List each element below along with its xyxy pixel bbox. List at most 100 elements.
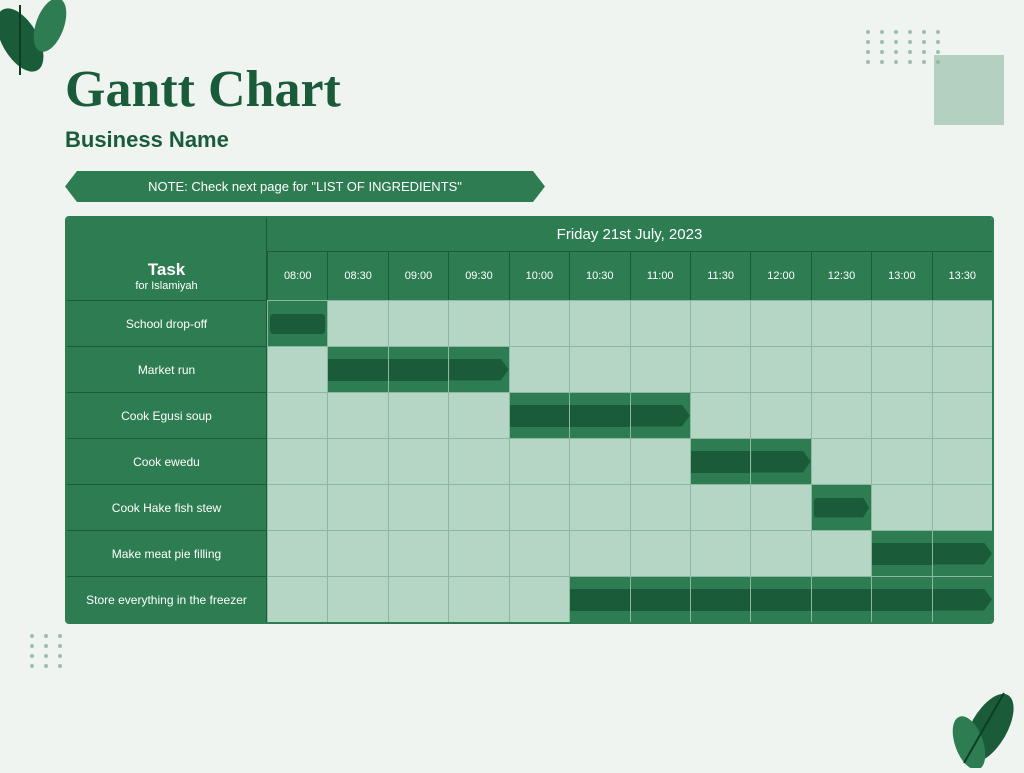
time-header: 11:30: [690, 252, 750, 300]
gantt-cell: [630, 576, 690, 622]
gantt-cell: [448, 300, 508, 346]
gantt-cell: [871, 576, 931, 622]
gantt-cell: [569, 438, 629, 484]
gantt-cell: [811, 300, 871, 346]
gantt-cell: [267, 346, 327, 392]
time-header: 13:00: [871, 252, 931, 300]
task-label: Cook Egusi soup: [67, 392, 267, 438]
gantt-cell: [871, 346, 931, 392]
gantt-cell: [932, 530, 992, 576]
gantt-cell: [509, 438, 569, 484]
gantt-cell: [630, 346, 690, 392]
task-label: Cook ewedu: [67, 438, 267, 484]
gantt-cell: [750, 530, 810, 576]
gantt-cell: [811, 576, 871, 622]
gantt-cell: [630, 300, 690, 346]
gantt-cell: [690, 392, 750, 438]
gantt-cell: [388, 530, 448, 576]
gantt-cell: [750, 484, 810, 530]
gantt-cell: [448, 484, 508, 530]
gantt-cell: [932, 484, 992, 530]
gantt-cell: [932, 346, 992, 392]
time-header: 08:30: [327, 252, 387, 300]
gantt-cell: [267, 484, 327, 530]
gantt-cell: [448, 576, 508, 622]
task-header-sub: for Islamiyah: [135, 280, 197, 292]
time-header: 11:00: [630, 252, 690, 300]
gantt-cell: [327, 438, 387, 484]
gantt-cell: [267, 300, 327, 346]
gantt-cell: [569, 392, 629, 438]
gantt-cell: [448, 392, 508, 438]
gantt-cell: [388, 392, 448, 438]
gantt-cell: [327, 530, 387, 576]
task-label: Cook Hake fish stew: [67, 484, 267, 530]
gantt-cell: [388, 300, 448, 346]
gantt-cell: [509, 484, 569, 530]
gantt-cell: [448, 346, 508, 392]
gantt-cell: [871, 392, 931, 438]
gantt-cell: [448, 438, 508, 484]
time-header: 12:30: [811, 252, 871, 300]
dots-decoration-bottom-left: const dotsEl2 = document.querySelector('…: [30, 634, 66, 668]
gantt-cell: [871, 438, 931, 484]
gantt-cell: [327, 346, 387, 392]
gantt-cell: [750, 576, 810, 622]
task-label: Store everything in the freezer: [67, 576, 267, 622]
task-label: School drop-off: [67, 300, 267, 346]
note-text: NOTE: Check next page for "LIST OF INGRE…: [65, 171, 545, 202]
time-header: 10:00: [509, 252, 569, 300]
gantt-cell: [811, 530, 871, 576]
gantt-cell: [569, 300, 629, 346]
note-banner: NOTE: Check next page for "LIST OF INGRE…: [65, 171, 994, 202]
business-name: Business Name: [65, 127, 994, 153]
gantt-cell: [630, 530, 690, 576]
time-header: 09:30: [448, 252, 508, 300]
gantt-cell: [569, 530, 629, 576]
gantt-cell: [509, 392, 569, 438]
gantt-cell: [388, 346, 448, 392]
gantt-date-header: Friday 21st July, 2023: [267, 218, 992, 252]
page-title: Gantt Chart: [65, 60, 994, 119]
gantt-cell: [750, 392, 810, 438]
gantt-grid: Task for Islamiyah 08:0008:3009:0009:301…: [67, 252, 992, 622]
gantt-task-column-header: Task for Islamiyah: [67, 252, 267, 300]
gantt-cell: [388, 484, 448, 530]
gantt-cell: [569, 484, 629, 530]
task-header-main: Task: [148, 260, 186, 280]
gantt-cell: [750, 346, 810, 392]
gantt-cell: [871, 300, 931, 346]
gantt-cell: [750, 300, 810, 346]
gantt-cell: [509, 300, 569, 346]
gantt-cell: [630, 392, 690, 438]
task-label: Make meat pie filling: [67, 530, 267, 576]
gantt-cell: [932, 438, 992, 484]
gantt-cell: [327, 300, 387, 346]
time-header: 10:30: [569, 252, 629, 300]
gantt-cell: [690, 576, 750, 622]
gantt-cell: [630, 438, 690, 484]
gantt-cell: [327, 484, 387, 530]
gantt-cell: [690, 438, 750, 484]
dots-decoration-top-right: const dotsEl = document.querySelector('.…: [866, 30, 944, 64]
gantt-cell: [690, 300, 750, 346]
gantt-cell: [388, 438, 448, 484]
gantt-cell: [327, 576, 387, 622]
gantt-cell: [932, 392, 992, 438]
gantt-cell: [690, 484, 750, 530]
task-label: Market run: [67, 346, 267, 392]
gantt-cell: [267, 392, 327, 438]
gantt-cell: [569, 576, 629, 622]
gantt-cell: [267, 530, 327, 576]
gantt-cell: [267, 438, 327, 484]
gantt-cell: [811, 484, 871, 530]
gantt-cell: [509, 346, 569, 392]
gantt-cell: [630, 484, 690, 530]
time-header: 13:30: [932, 252, 992, 300]
gantt-chart: Friday 21st July, 2023 Task for Islamiya…: [65, 216, 994, 624]
gantt-cell: [750, 438, 810, 484]
gantt-cell: [327, 392, 387, 438]
gantt-cell: [871, 484, 931, 530]
gantt-cell: [569, 346, 629, 392]
gantt-cell: [267, 576, 327, 622]
